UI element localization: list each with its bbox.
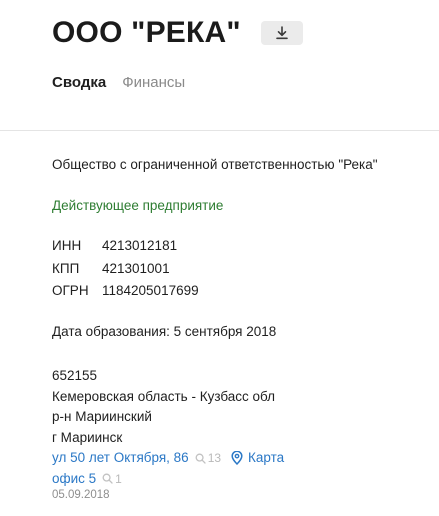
download-icon	[275, 26, 288, 40]
street-search-count-value: 13	[207, 451, 222, 465]
address-office-line: офис 5 1	[52, 469, 284, 490]
office-link[interactable]: офис 5	[52, 469, 96, 490]
office-search-count-value: 1	[115, 471, 122, 486]
address-postcode: 652155	[52, 368, 98, 383]
ogrn-value: 1184205017699	[102, 283, 199, 298]
office-search-count[interactable]: 1	[102, 469, 122, 490]
street-link[interactable]: ул 50 лет Октября, 86	[52, 448, 189, 469]
address-region: Кемеровская область - Кузбасс обл	[52, 388, 276, 404]
founded-date: Дата образования: 5 сентября 2018	[52, 324, 277, 339]
address-block: 652155 Кемеровская область - Кузбасс обл…	[52, 366, 284, 489]
download-button[interactable]	[260, 21, 303, 45]
kpp-row: КПП 421301001	[52, 261, 199, 284]
registration-codes: ИНН 4213012181 КПП 421301001 ОГРН 118420…	[52, 238, 199, 306]
inn-label: ИНН	[52, 238, 82, 253]
tab-summary[interactable]: Сводка	[52, 74, 106, 91]
search-icon	[102, 473, 113, 484]
map-link[interactable]: Карта	[231, 448, 284, 469]
address-district: р-н Мариинский	[52, 409, 152, 424]
company-header: ООО "РЕКА"	[52, 14, 303, 52]
status-badge: Действующее предприятие	[52, 198, 224, 213]
company-title: ООО "РЕКА"	[52, 16, 241, 49]
search-icon	[195, 453, 206, 464]
tab-bar: Сводка Финансы	[52, 74, 185, 91]
registration-date: 05.09.2018	[52, 489, 110, 501]
tab-finance[interactable]: Финансы	[122, 74, 185, 91]
inn-value: 4213012181	[102, 238, 178, 253]
ogrn-label: ОГРН	[52, 283, 89, 298]
street-search-count[interactable]: 13	[195, 448, 221, 469]
kpp-value: 421301001	[102, 260, 170, 276]
map-link-label: Карта	[248, 450, 285, 465]
map-pin-icon	[231, 451, 243, 466]
divider	[0, 130, 439, 131]
address-city: г Мариинск	[52, 429, 123, 445]
ogrn-row: ОГРН 1184205017699	[52, 283, 199, 306]
company-full-name: Общество с ограниченной ответственностью…	[52, 157, 378, 172]
address-street-line: ул 50 лет Октября, 86 13 Карта	[52, 448, 284, 469]
inn-row: ИНН 4213012181	[52, 238, 199, 261]
kpp-label: КПП	[52, 260, 80, 276]
